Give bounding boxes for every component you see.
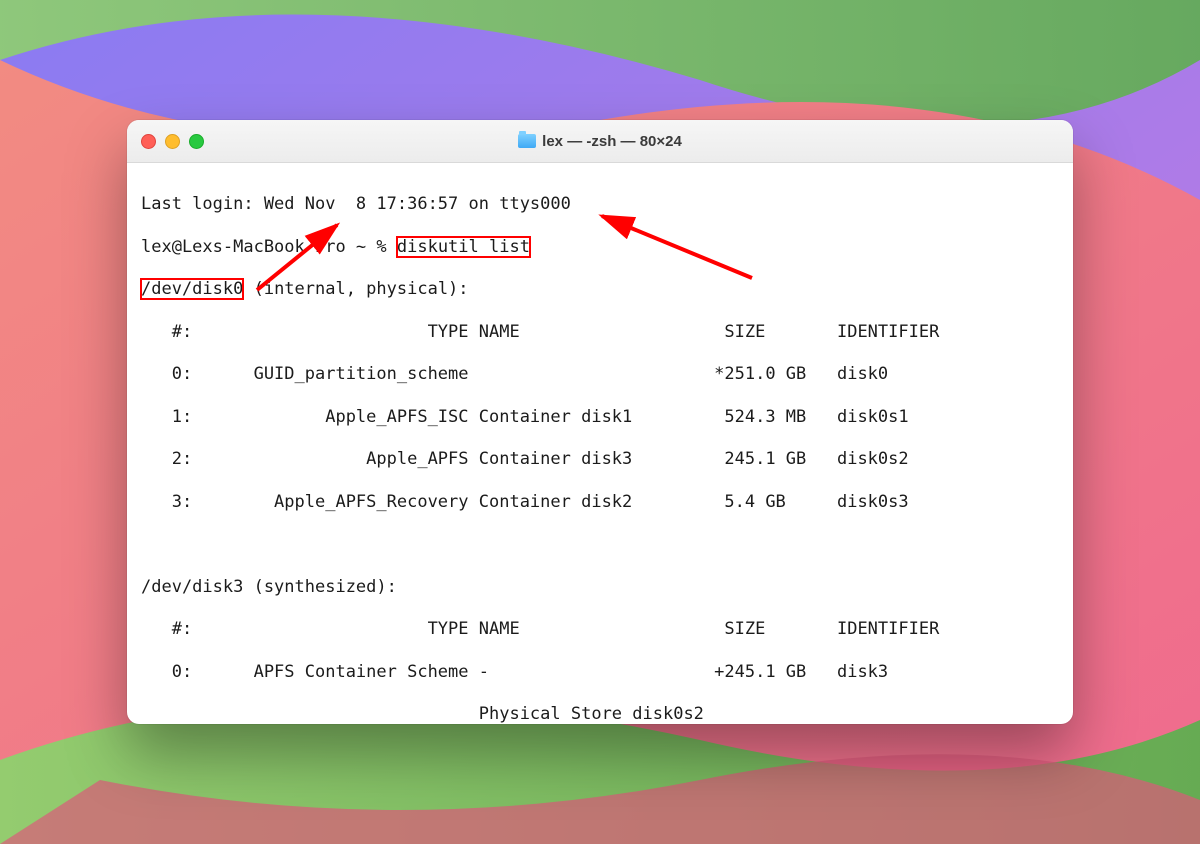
blank-line: [141, 534, 1059, 555]
shell-prompt: lex@Lexs-MacBook-Pro ~ %: [141, 237, 397, 257]
last-login-line: Last login: Wed Nov 8 17:36:57 on ttys00…: [141, 194, 1059, 215]
close-button[interactable]: [141, 134, 156, 149]
disk0-header: /dev/disk0 (internal, physical):: [141, 279, 1059, 300]
disk3-row-0: 0: APFS Container Scheme - +245.1 GB dis…: [141, 662, 1059, 683]
disk0-row-1: 1: Apple_APFS_ISC Container disk1 524.3 …: [141, 407, 1059, 428]
disk0-row-0: 0: GUID_partition_scheme *251.0 GB disk0: [141, 364, 1059, 385]
minimize-button[interactable]: [165, 134, 180, 149]
prompt-line-1: lex@Lexs-MacBook-Pro ~ % diskutil list: [141, 237, 1059, 258]
window-titlebar[interactable]: lex — -zsh — 80×24: [127, 120, 1073, 163]
column-headers: #: TYPE NAME SIZE IDENTIFIER: [141, 322, 1059, 343]
column-headers-2: #: TYPE NAME SIZE IDENTIFIER: [141, 619, 1059, 640]
disk3-header: /dev/disk3 (synthesized):: [141, 577, 1059, 598]
disk0-row-2: 2: Apple_APFS Container disk3 245.1 GB d…: [141, 449, 1059, 470]
desktop-wallpaper: lex — -zsh — 80×24 Last login: Wed Nov 8…: [0, 0, 1200, 844]
dev-disk0-highlight: /dev/disk0: [141, 279, 243, 299]
terminal-window[interactable]: lex — -zsh — 80×24 Last login: Wed Nov 8…: [127, 120, 1073, 724]
folder-icon: [518, 134, 536, 148]
command-highlight: diskutil list: [397, 237, 530, 257]
zoom-button[interactable]: [189, 134, 204, 149]
disk0-row-3: 3: Apple_APFS_Recovery Container disk2 5…: [141, 492, 1059, 513]
traffic-lights: [141, 134, 204, 149]
window-title-text: lex — -zsh — 80×24: [542, 133, 682, 150]
window-title: lex — -zsh — 80×24: [127, 133, 1073, 150]
disk3-physical-store: Physical Store disk0s2: [141, 704, 1059, 724]
terminal-output[interactable]: Last login: Wed Nov 8 17:36:57 on ttys00…: [127, 163, 1073, 724]
disk0-qualifier: (internal, physical):: [243, 279, 468, 299]
